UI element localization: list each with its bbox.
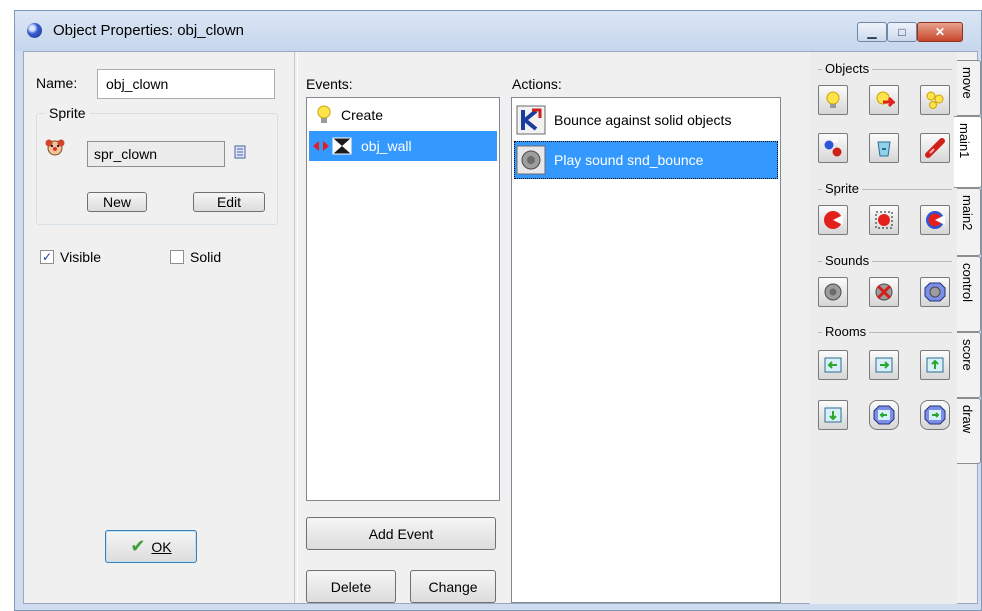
tab-label: move <box>960 67 975 99</box>
sound-icon <box>516 145 546 175</box>
solid-check-box[interactable] <box>170 250 184 264</box>
check-sound-icon[interactable] <box>920 277 950 307</box>
actions-list[interactable]: Bounce against solid objects Play sound … <box>511 97 781 603</box>
ok-label: OK <box>151 538 172 555</box>
jump-to-instance-icon[interactable] <box>869 133 899 163</box>
name-input[interactable]: obj_clown <box>97 69 275 99</box>
visible-label: Visible <box>60 249 101 265</box>
edit-sprite-button[interactable]: Edit <box>193 192 265 212</box>
palette-group-label: Sounds <box>822 253 873 268</box>
palette-group-rooms: Rooms <box>818 324 952 345</box>
action-item-label: Bounce against solid objects <box>554 112 732 128</box>
object-properties-window: Object Properties: obj_clown ▁ □ ✕ Name:… <box>14 10 982 611</box>
solid-label: Solid <box>190 249 222 265</box>
sprite-group: Sprite spr_clown New Edit <box>36 105 278 225</box>
palette-group-label: Objects <box>822 61 873 76</box>
palette-tabs: move main1 main2 control score draw <box>954 52 982 604</box>
check-previous-room-icon[interactable] <box>869 400 899 430</box>
action-item-play-sound[interactable]: Play sound snd_bounce <box>514 141 778 179</box>
change-instance-icon[interactable] <box>818 133 848 163</box>
bounce-icon <box>516 105 546 135</box>
create-instance-icon[interactable] <box>818 85 848 115</box>
minimize-button[interactable]: ▁ <box>857 22 887 42</box>
palette-group-label: Sprite <box>822 181 862 196</box>
stop-sound-icon[interactable] <box>869 277 899 307</box>
name-label: Name: <box>36 75 78 91</box>
check-next-room-icon[interactable] <box>920 400 950 430</box>
sprite-field[interactable]: spr_clown <box>87 141 225 167</box>
sprite-menu-icon[interactable] <box>234 145 248 161</box>
event-item-create[interactable]: Create <box>309 100 497 130</box>
clown-sprite-icon <box>45 139 65 156</box>
events-list[interactable]: Create obj_wall <box>306 97 500 501</box>
visible-checkbox[interactable]: ✓ Visible <box>40 249 101 265</box>
tab-draw[interactable]: draw <box>957 398 981 464</box>
action-item-label: Play sound snd_bounce <box>554 152 704 168</box>
create-moving-icon[interactable] <box>869 85 899 115</box>
tab-move[interactable]: move <box>957 60 981 116</box>
destroy-instance-icon[interactable] <box>920 133 950 163</box>
create-random-icon[interactable] <box>920 85 950 115</box>
palette-group-sounds: Sounds <box>818 253 952 274</box>
solid-checkbox[interactable]: Solid <box>170 249 221 265</box>
palette-group-label: Rooms <box>822 324 870 339</box>
tab-score[interactable]: score <box>957 332 981 398</box>
tab-label: draw <box>960 405 975 434</box>
sprite-group-label: Sprite <box>45 105 90 121</box>
close-button[interactable]: ✕ <box>917 22 963 42</box>
event-item-label: obj_wall <box>361 138 412 154</box>
different-room-icon[interactable] <box>818 400 848 430</box>
title-bar[interactable]: Object Properties: obj_clown ▁ □ ✕ <box>15 11 981 51</box>
add-event-button[interactable]: Add Event <box>306 517 496 550</box>
tab-main2[interactable]: main2 <box>957 188 981 256</box>
visible-check-box[interactable]: ✓ <box>40 250 54 264</box>
actions-header: Actions: <box>512 76 562 92</box>
action-item-bounce[interactable]: Bounce against solid objects <box>514 101 778 139</box>
collision-icon <box>313 137 352 155</box>
divider-left <box>294 52 298 603</box>
window-title: Object Properties: obj_clown <box>53 22 244 39</box>
tab-label: score <box>960 339 975 371</box>
play-sound-icon[interactable] <box>818 277 848 307</box>
app-icon <box>27 23 42 38</box>
events-header: Events: <box>306 76 353 92</box>
tab-label: control <box>960 263 975 303</box>
restart-room-icon[interactable] <box>920 350 950 380</box>
tab-label: main1 <box>957 123 972 159</box>
delete-event-button[interactable]: Delete <box>306 570 396 603</box>
change-event-button[interactable]: Change <box>410 570 496 603</box>
event-item-obj-wall[interactable]: obj_wall <box>309 131 497 161</box>
event-item-label: Create <box>341 107 384 123</box>
next-room-icon[interactable] <box>869 350 899 380</box>
action-palette: Objects Sprite Sounds Rooms <box>810 52 957 604</box>
tab-control[interactable]: control <box>957 256 981 332</box>
lightbulb-icon <box>317 105 331 123</box>
tab-main1[interactable]: main1 <box>954 116 982 188</box>
check-icon: ✔ <box>130 536 146 556</box>
ok-button[interactable]: ✔ OK <box>105 530 197 563</box>
maximize-button[interactable]: □ <box>887 22 917 42</box>
palette-group-sprite: Sprite <box>818 181 952 202</box>
dialog-body: Name: obj_clown Sprite spr_clown New Edi… <box>23 51 982 604</box>
color-sprite-icon[interactable] <box>920 205 950 235</box>
previous-room-icon[interactable] <box>818 350 848 380</box>
transform-sprite-icon[interactable] <box>869 205 899 235</box>
change-sprite-icon[interactable] <box>818 205 848 235</box>
palette-group-objects: Objects <box>818 61 952 82</box>
new-sprite-button[interactable]: New <box>87 192 147 212</box>
tab-label: main2 <box>960 195 975 231</box>
